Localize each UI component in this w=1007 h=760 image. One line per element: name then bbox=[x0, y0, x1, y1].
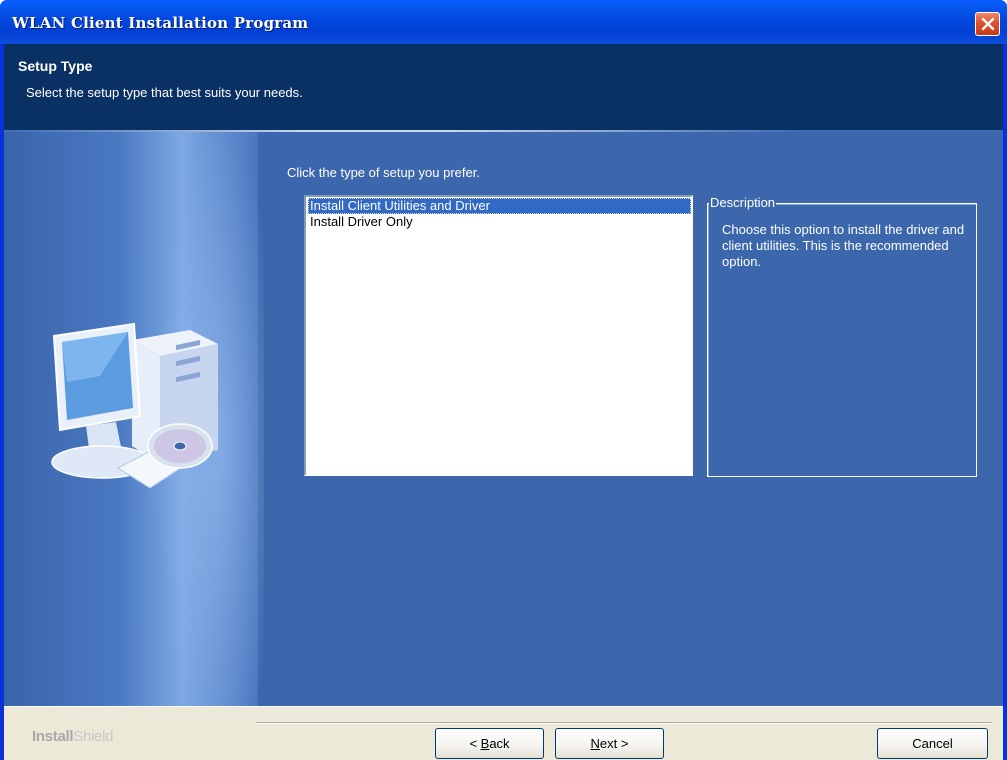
installshield-logo: InstallShield bbox=[32, 728, 113, 745]
page-title: Setup Type bbox=[18, 58, 93, 74]
next-mnemonic: N bbox=[590, 736, 600, 751]
title-bar[interactable]: WLAN Client Installation Program bbox=[0, 0, 1007, 44]
back-prefix: < bbox=[469, 736, 481, 751]
close-icon bbox=[981, 17, 995, 31]
page-subtitle: Select the setup type that best suits yo… bbox=[26, 85, 303, 100]
list-item-client-utilities-and-driver[interactable]: Install Client Utilities and Driver bbox=[308, 198, 691, 214]
list-item-driver-only[interactable]: Install Driver Only bbox=[308, 214, 691, 230]
footer-top-line bbox=[4, 706, 1003, 707]
description-legend: Description bbox=[709, 195, 777, 210]
installer-window: WLAN Client Installation Program Setup T… bbox=[0, 0, 1007, 760]
dialog-body: Setup Type Select the setup type that be… bbox=[4, 44, 1003, 760]
next-button[interactable]: Next > bbox=[555, 728, 664, 759]
footer-bar: InstallShield < Back Next > Cancel bbox=[4, 706, 1003, 760]
setup-type-list[interactable]: Install Client Utilities and Driver Inst… bbox=[304, 195, 693, 476]
setup-prompt: Click the type of setup you prefer. bbox=[287, 165, 480, 180]
logo-part-shield: Shield bbox=[73, 728, 114, 745]
close-button[interactable] bbox=[975, 12, 1000, 36]
back-button[interactable]: < Back bbox=[435, 728, 544, 759]
next-suffix: > bbox=[617, 736, 629, 751]
computer-with-cd-icon bbox=[51, 322, 218, 489]
back-rest: ack bbox=[489, 736, 510, 751]
footer-divider bbox=[256, 722, 992, 724]
header-banner: Setup Type Select the setup type that be… bbox=[4, 44, 1003, 130]
cancel-button[interactable]: Cancel bbox=[877, 728, 988, 759]
next-rest: ext bbox=[599, 736, 618, 751]
description-text: Choose this option to install the driver… bbox=[722, 222, 965, 269]
window-title: WLAN Client Installation Program bbox=[12, 14, 309, 32]
logo-part-install: Install bbox=[32, 728, 74, 745]
